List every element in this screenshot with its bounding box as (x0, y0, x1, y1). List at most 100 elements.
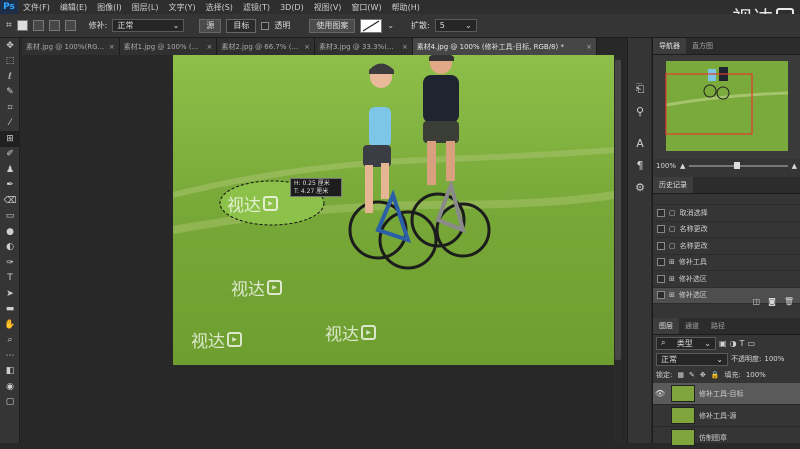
source-button[interactable]: 源 (199, 18, 222, 33)
add-selection-icon[interactable] (32, 20, 44, 31)
color-swatches-icon[interactable]: ◧ (0, 364, 20, 380)
document-canvas[interactable]: H: 0.25 厘米 T: 4.27 厘米 视达 ▶ 视达 ▶ 视达 ▶ 视达 ▶ (173, 55, 614, 365)
menu-select[interactable]: 选择(S) (201, 2, 238, 13)
layer-row[interactable]: 修补工具-源 (653, 405, 800, 427)
lock-position-icon[interactable]: ✥ (700, 371, 706, 379)
zoom-slider-handle[interactable] (733, 162, 740, 169)
tab-document-0[interactable]: 素材.jpg @ 100%(RG... × (22, 38, 120, 55)
tab-navigator[interactable]: 导航器 (653, 38, 686, 54)
blend-mode-select[interactable]: 正常 ⌄ (656, 352, 728, 366)
history-checkbox[interactable] (657, 258, 665, 267)
quick-mask-icon[interactable]: ◉ (0, 379, 20, 395)
brush-tool-icon[interactable]: ✐ (0, 147, 20, 163)
eraser-tool-icon[interactable]: ⌫ (0, 193, 20, 209)
menu-3d[interactable]: 3D(D) (275, 3, 309, 12)
pen-tool-icon[interactable]: ✑ (0, 255, 20, 271)
history-brush-tool-icon[interactable]: ✒ (0, 178, 20, 194)
close-icon[interactable]: × (304, 43, 310, 51)
menu-file[interactable]: 文件(F) (18, 2, 55, 13)
zoom-out-icon[interactable]: ▲ (680, 162, 685, 170)
history-item[interactable]: ⊞ 修补选区 (653, 271, 800, 288)
pattern-picker[interactable] (360, 18, 383, 33)
marquee-tool-icon[interactable]: ⬚ (0, 54, 20, 70)
history-item[interactable]: ▢ 取消选择 (653, 205, 800, 222)
history-checkbox[interactable] (657, 208, 665, 217)
layer-row[interactable]: 仿制图章 (653, 427, 800, 449)
tab-document-3[interactable]: 素材3.jpg @ 33.3%(... × (315, 38, 413, 55)
subtract-selection-icon[interactable] (48, 20, 60, 31)
tab-histogram[interactable]: 直方图 (686, 38, 719, 54)
zoom-in-icon[interactable]: ▲ (792, 162, 797, 170)
lock-pixels-icon[interactable]: ✎ (689, 371, 695, 379)
opacity-value[interactable]: 100% (764, 355, 784, 363)
menu-view[interactable]: 视图(V) (309, 2, 347, 13)
trash-icon[interactable]: 🗑 (784, 297, 794, 306)
new-selection-icon[interactable] (16, 20, 28, 31)
lasso-tool-icon[interactable]: ℓ (0, 69, 20, 85)
filter-shape-icon[interactable]: ▭ (747, 339, 755, 348)
layer-row[interactable]: 👁 修补工具-目标 (653, 383, 800, 405)
tab-paths[interactable]: 路径 (705, 318, 731, 334)
camera-icon[interactable]: ◙ (768, 297, 776, 306)
menu-filter[interactable]: 滤镜(T) (238, 2, 275, 13)
menu-type[interactable]: 文字(Y) (163, 2, 200, 13)
screen-mode-icon[interactable]: ▢ (0, 395, 20, 411)
tab-document-1[interactable]: 素材1.jpg @ 100% (... × (119, 38, 218, 55)
history-item[interactable]: ▢ 名称更改 (653, 222, 800, 238)
intersect-selection-icon[interactable] (64, 20, 76, 31)
target-button[interactable]: 目标 (226, 18, 257, 33)
menu-layer[interactable]: 图层(L) (127, 2, 164, 13)
history-checkbox[interactable] (657, 241, 665, 250)
brush-panel-icon[interactable]: ⚲ (628, 100, 652, 122)
history-checkbox[interactable] (657, 225, 665, 234)
history-item[interactable]: ▢ 名称更改 (653, 238, 800, 255)
eye-icon[interactable]: 👁 (653, 389, 667, 398)
use-pattern-button[interactable]: 使用图案 (309, 18, 356, 33)
menu-edit[interactable]: 编辑(E) (55, 2, 92, 13)
patch-tool-icon[interactable]: ⌗ (6, 20, 12, 31)
close-icon[interactable]: × (586, 43, 592, 51)
more-tools-icon[interactable]: ⋯ (0, 348, 20, 364)
filter-pixel-icon[interactable]: ▣ (719, 339, 727, 348)
stamp-tool-icon[interactable]: ♟ (0, 162, 20, 178)
paragraph-panel-icon[interactable]: ¶ (628, 154, 652, 176)
close-icon[interactable]: × (206, 43, 212, 51)
navigator-preview[interactable] (653, 55, 800, 159)
close-icon[interactable]: × (109, 43, 115, 51)
zoom-slider[interactable] (689, 162, 788, 169)
snapshot-icon[interactable]: ◫ (753, 297, 761, 306)
eyedropper-tool-icon[interactable]: ⁄ (0, 116, 20, 132)
properties-panel-icon[interactable]: ⚙ (628, 176, 652, 198)
blur-tool-icon[interactable]: ● (0, 224, 20, 240)
lock-transparency-icon[interactable]: ▦ (677, 371, 684, 379)
tab-history[interactable]: 历史记录 (653, 177, 693, 193)
tab-layers[interactable]: 图层 (653, 318, 679, 334)
filter-type-icon[interactable]: T (740, 339, 745, 348)
tab-channels[interactable]: 通道 (679, 318, 705, 334)
history-item[interactable]: ⊞ 修补工具 (653, 255, 800, 271)
character-panel-icon[interactable]: A (628, 132, 652, 154)
fill-value[interactable]: 100% (746, 371, 766, 379)
zoom-value[interactable]: 100% (656, 162, 676, 170)
patch-tool-icon[interactable]: ⊞ (0, 131, 20, 147)
crop-tool-icon[interactable]: ⌗ (0, 100, 20, 116)
path-select-tool-icon[interactable]: ➤ (0, 286, 20, 302)
layer-kind-select[interactable]: ⌕ 类型 ⌄ (656, 336, 716, 350)
type-tool-icon[interactable]: T (0, 271, 20, 287)
tab-document-4[interactable]: 素材4.jpg @ 100% (修补工具-目标, RGB/8) * × (412, 38, 598, 55)
filter-adjust-icon[interactable]: ◑ (730, 339, 737, 348)
lock-all-icon[interactable]: 🔒 (711, 371, 720, 379)
history-checkbox[interactable] (657, 274, 665, 283)
menu-help[interactable]: 帮助(H) (387, 2, 425, 13)
zoom-tool-icon[interactable]: ⌕ (0, 333, 20, 349)
history-checkbox[interactable] (657, 291, 665, 300)
transparent-checkbox[interactable] (261, 21, 270, 30)
shape-tool-icon[interactable]: ▬ (0, 302, 20, 318)
diffusion-select[interactable]: 5 ⌄ (434, 19, 477, 32)
tab-document-2[interactable]: 素材2.jpg @ 66.7% (... × (217, 38, 316, 55)
chevron-down-icon[interactable]: ⌄ (387, 21, 394, 30)
hand-tool-icon[interactable]: ✋ (0, 317, 20, 333)
history-panel-icon[interactable]: ⎗ (628, 78, 652, 100)
scrollbar-thumb[interactable] (615, 60, 621, 360)
dodge-tool-icon[interactable]: ◐ (0, 240, 20, 256)
